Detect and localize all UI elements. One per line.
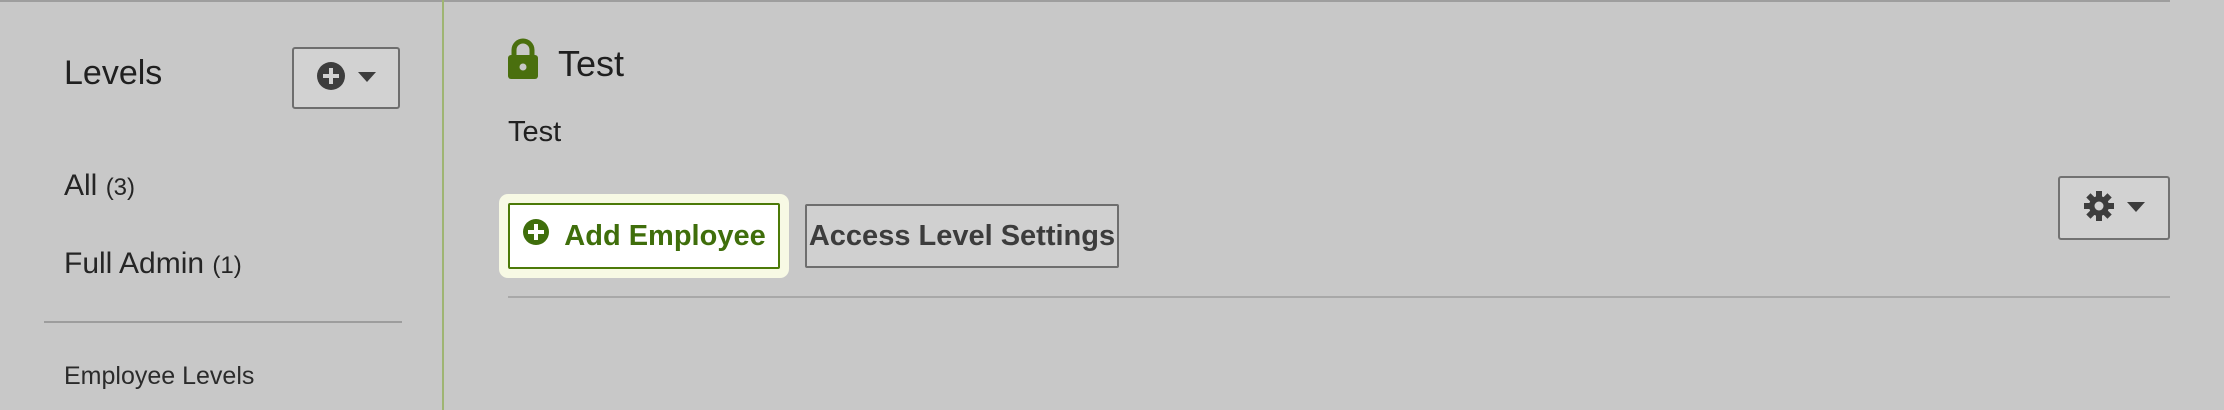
levels-heading: Levels bbox=[64, 54, 163, 92]
content-divider bbox=[508, 296, 2170, 298]
levels-sidebar: Levels All (3) Full Admin (1) Employee L… bbox=[0, 0, 442, 410]
access-level-settings-label: Access Level Settings bbox=[808, 219, 1116, 252]
sidebar-vertical-divider bbox=[442, 0, 444, 410]
settings-dropdown-button[interactable] bbox=[2058, 176, 2170, 240]
sidebar-item-all[interactable]: All (3) bbox=[64, 168, 135, 206]
sidebar-item-count: (1) bbox=[212, 252, 242, 279]
add-employee-button[interactable]: Add Employee bbox=[508, 203, 780, 269]
add-employee-label: Add Employee bbox=[564, 219, 766, 252]
employee-levels-section-label: Employee Levels bbox=[64, 362, 255, 390]
lock-icon bbox=[506, 38, 540, 85]
level-description: Test bbox=[508, 116, 562, 148]
caret-down-icon bbox=[2127, 199, 2145, 217]
access-level-settings-button[interactable]: Access Level Settings bbox=[805, 204, 1119, 268]
sidebar-divider bbox=[44, 321, 402, 323]
caret-down-icon bbox=[358, 69, 376, 87]
plus-circle-icon bbox=[316, 61, 346, 96]
gear-icon bbox=[2083, 190, 2115, 227]
page-title: Test bbox=[558, 43, 625, 84]
sidebar-item-label: Full Admin bbox=[64, 247, 205, 280]
sidebar-item-count: (3) bbox=[105, 174, 136, 201]
plus-circle-icon bbox=[522, 218, 550, 254]
sidebar-item-full-admin[interactable]: Full Admin (1) bbox=[64, 246, 242, 284]
add-level-dropdown-button[interactable] bbox=[292, 47, 400, 109]
sidebar-item-label: All bbox=[64, 169, 98, 202]
